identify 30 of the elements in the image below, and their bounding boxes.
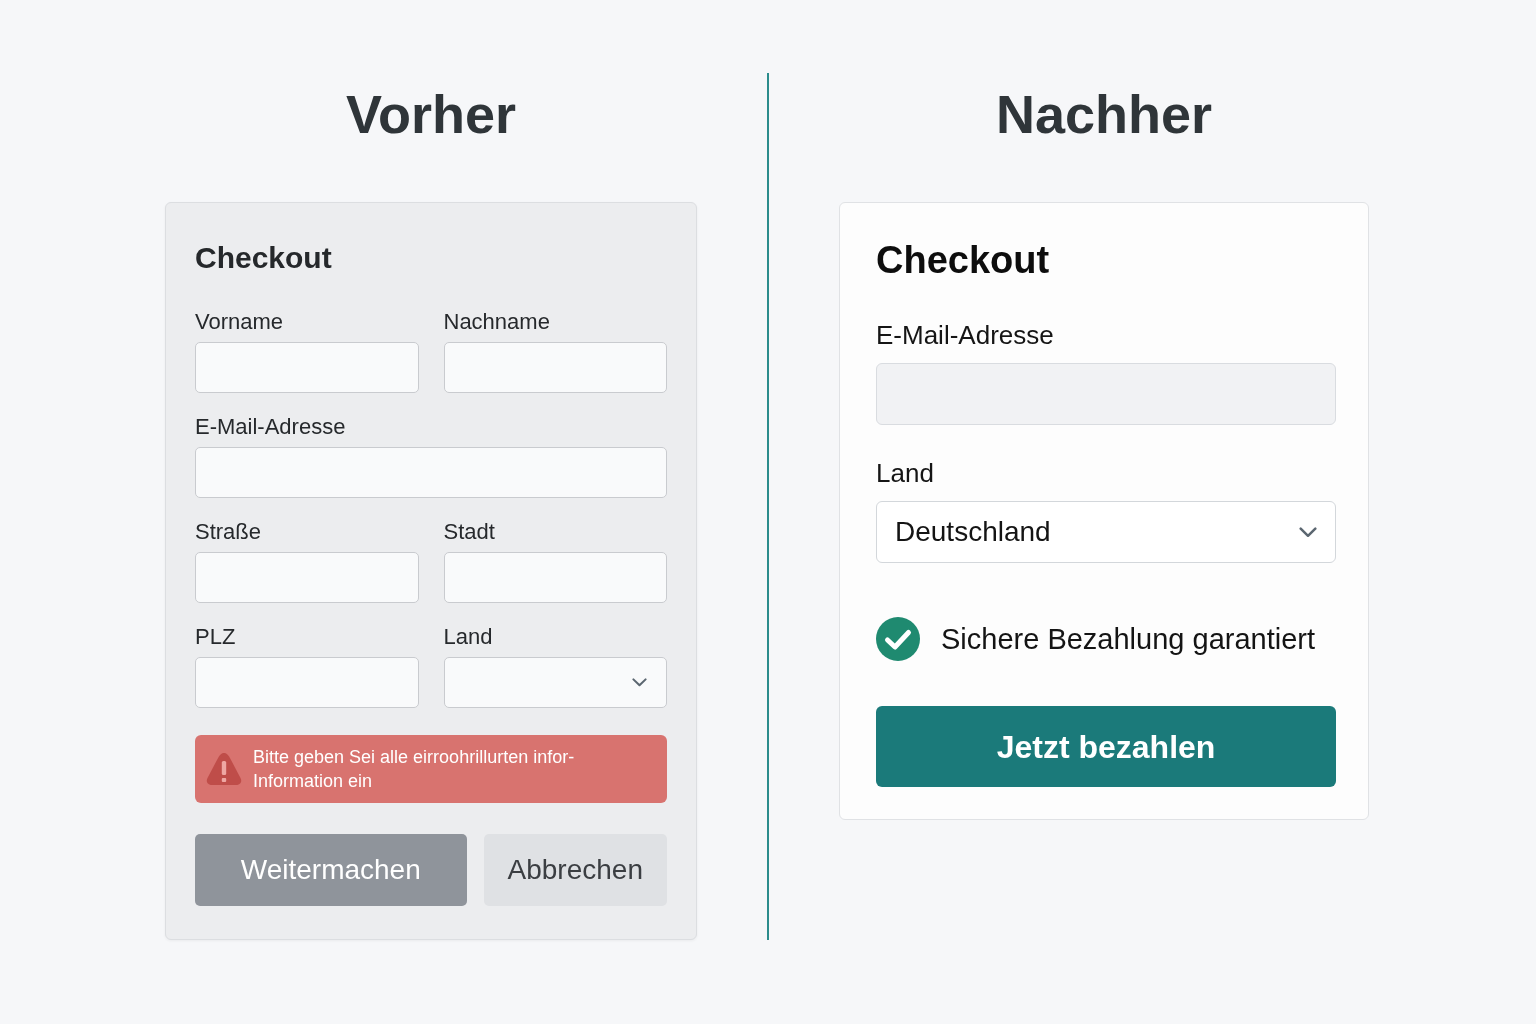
assurance-text: Sichere Bezahlung garantiert: [941, 622, 1315, 657]
chevron-down-icon: [1299, 526, 1317, 538]
form-title: Checkout: [195, 240, 333, 276]
field-label: Straße: [195, 519, 263, 545]
section-heading: Nachher: [994, 83, 1214, 146]
input-field[interactable]: [443, 552, 667, 603]
field-label: E-Mail-Adresse: [195, 414, 347, 440]
section-heading: Vorher: [344, 83, 517, 146]
form-title: Checkout: [876, 238, 1051, 283]
error-message: Bitte geben Sei alle eirroohrillurten infor- Information ein: [253, 746, 575, 793]
field-label: Land: [443, 624, 494, 650]
field-label: E-Mail-Adresse: [876, 320, 1055, 351]
input-field[interactable]: [195, 552, 419, 603]
cancel-button[interactable]: Abbrechen: [483, 834, 667, 906]
field-label: Nachname: [443, 309, 551, 335]
input-field[interactable]: [195, 447, 667, 498]
input-field[interactable]: [195, 657, 419, 708]
field-label: Vorname: [195, 309, 285, 335]
field-label: Land: [876, 458, 935, 489]
field-label: PLZ: [195, 624, 237, 650]
check-circle-icon: [876, 617, 920, 661]
submit-button[interactable]: Jetzt bezahlen: [876, 706, 1336, 787]
input-field[interactable]: [195, 342, 419, 393]
select-field[interactable]: Deutschland: [876, 501, 1336, 563]
input-field[interactable]: [876, 363, 1336, 425]
warning-icon: [205, 751, 243, 787]
input-field[interactable]: [443, 342, 667, 393]
chevron-down-icon: [632, 678, 647, 687]
select-field[interactable]: [443, 657, 667, 708]
field-label: Stadt: [443, 519, 496, 545]
